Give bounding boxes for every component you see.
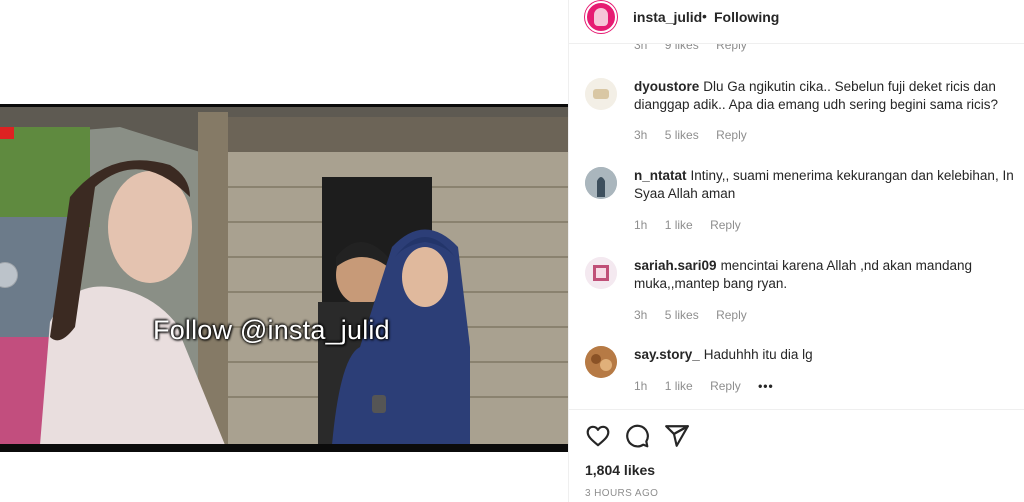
post-media: Follow @insta_julid — [0, 0, 568, 502]
commenter-username[interactable]: dyoustore — [634, 79, 699, 94]
comment-content: Intiny,, suami menerima kekurangan dan k… — [634, 168, 1014, 201]
comment-reply-button[interactable]: Reply — [716, 308, 747, 322]
comment-meta: 1h 1 like Reply ••• — [634, 379, 788, 393]
comment-reply-button[interactable]: Reply — [710, 379, 741, 393]
share-icon[interactable] — [664, 423, 690, 449]
comment-time: 1h — [634, 379, 648, 393]
commenter-avatar[interactable] — [585, 257, 617, 289]
video-frame-image — [0, 107, 568, 444]
comment-like-count[interactable]: 1 like — [665, 379, 693, 393]
following-button[interactable]: Following — [714, 9, 779, 25]
comment-text: n_ntatat Intiny,, suami menerima kekurang… — [634, 167, 1020, 203]
commenter-avatar[interactable] — [585, 167, 617, 199]
comment-meta-partial: 3h 9 likes Reply — [634, 44, 761, 52]
comment-text: sariah.sari09 mencintai karena Allah ,nd … — [634, 257, 1020, 293]
avatar-figure — [594, 8, 608, 26]
comments-list[interactable]: 3h 9 likes Reply dyoustore Dlu Ga ngikuti… — [569, 44, 1024, 406]
comment-time: 1h — [634, 218, 648, 232]
heart-icon[interactable] — [585, 423, 611, 449]
like-count[interactable]: 1,804 likes — [585, 462, 655, 478]
comment-time: 3h — [634, 128, 648, 142]
more-options-icon[interactable]: ••• — [758, 379, 774, 393]
author-username[interactable]: insta_julid — [633, 9, 702, 25]
comment-meta: 3h 5 likes Reply — [634, 308, 761, 322]
comment-reply-button[interactable]: Reply — [716, 128, 747, 142]
comment-icon[interactable] — [624, 423, 650, 449]
post-timestamp[interactable]: 3 HOURS AGO — [585, 488, 658, 499]
video-player[interactable]: Follow @insta_julid — [0, 104, 568, 452]
avatar-image — [585, 167, 617, 199]
commenter-username[interactable]: say.story_ — [634, 347, 700, 362]
comment-reply-button[interactable]: Reply — [716, 44, 747, 52]
comment-meta: 1h 1 like Reply — [634, 218, 755, 232]
comment-reply-button[interactable]: Reply — [710, 218, 741, 232]
avatar-image — [585, 78, 617, 110]
commenter-avatar[interactable] — [585, 78, 617, 110]
comment-meta: 3h 5 likes Reply — [634, 128, 761, 142]
commenter-username[interactable]: n_ntatat — [634, 168, 687, 183]
post-header: insta_julid • Following — [569, 0, 1024, 44]
post-actions — [569, 409, 1024, 459]
comment-time: 3h — [634, 44, 648, 52]
author-avatar[interactable] — [585, 1, 617, 33]
avatar-image — [585, 346, 617, 378]
avatar-image — [585, 257, 617, 289]
comment-text: dyoustore Dlu Ga ngikutin cika.. Sebelun … — [634, 78, 1020, 114]
video-watermark: Follow @insta_julid — [153, 315, 390, 345]
comment-like-count[interactable]: 5 likes — [665, 308, 699, 322]
comment-like-count[interactable]: 9 likes — [665, 44, 699, 52]
commenter-avatar[interactable] — [585, 346, 617, 378]
post-side-panel: insta_julid • Following 3h 9 likes Reply… — [568, 0, 1024, 502]
comment-content: Haduhhh itu dia lg — [703, 347, 813, 362]
commenter-username[interactable]: sariah.sari09 — [634, 258, 717, 273]
comment-time: 3h — [634, 308, 648, 322]
comment-like-count[interactable]: 1 like — [665, 218, 693, 232]
header-separator: • — [702, 8, 707, 24]
comment-text: say.story_ Haduhhh itu dia lg — [634, 346, 1020, 364]
comment-like-count[interactable]: 5 likes — [665, 128, 699, 142]
